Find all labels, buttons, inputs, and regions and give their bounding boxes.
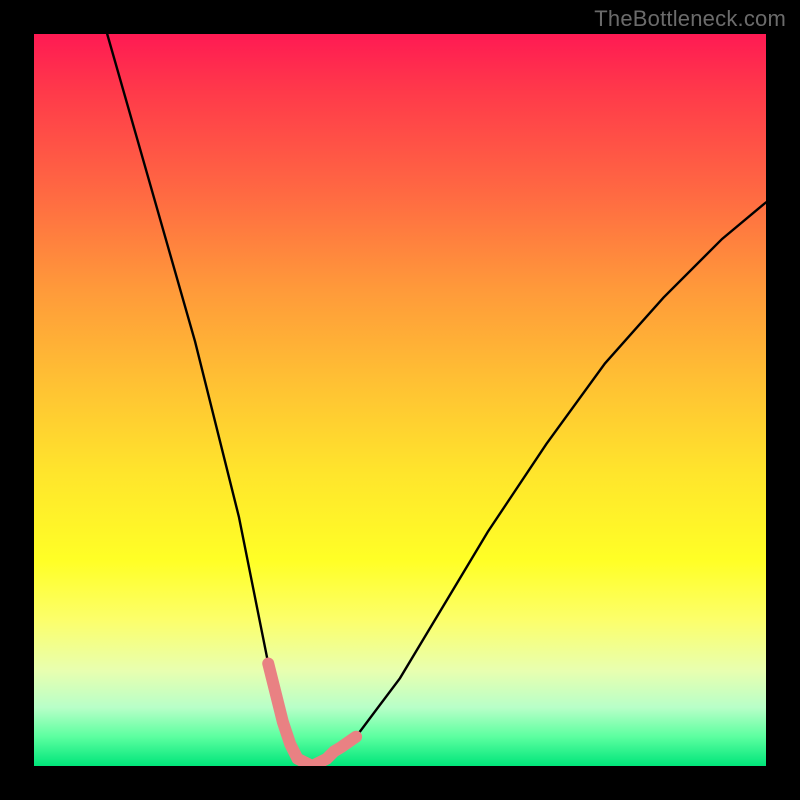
chart-frame: TheBottleneck.com — [0, 0, 800, 800]
bottleneck-curve — [107, 34, 766, 766]
watermark-text: TheBottleneck.com — [594, 6, 786, 32]
curve-layer — [34, 34, 766, 766]
highlight-floor-right — [298, 737, 357, 766]
highlight-left-knee — [268, 664, 297, 759]
plot-area — [34, 34, 766, 766]
